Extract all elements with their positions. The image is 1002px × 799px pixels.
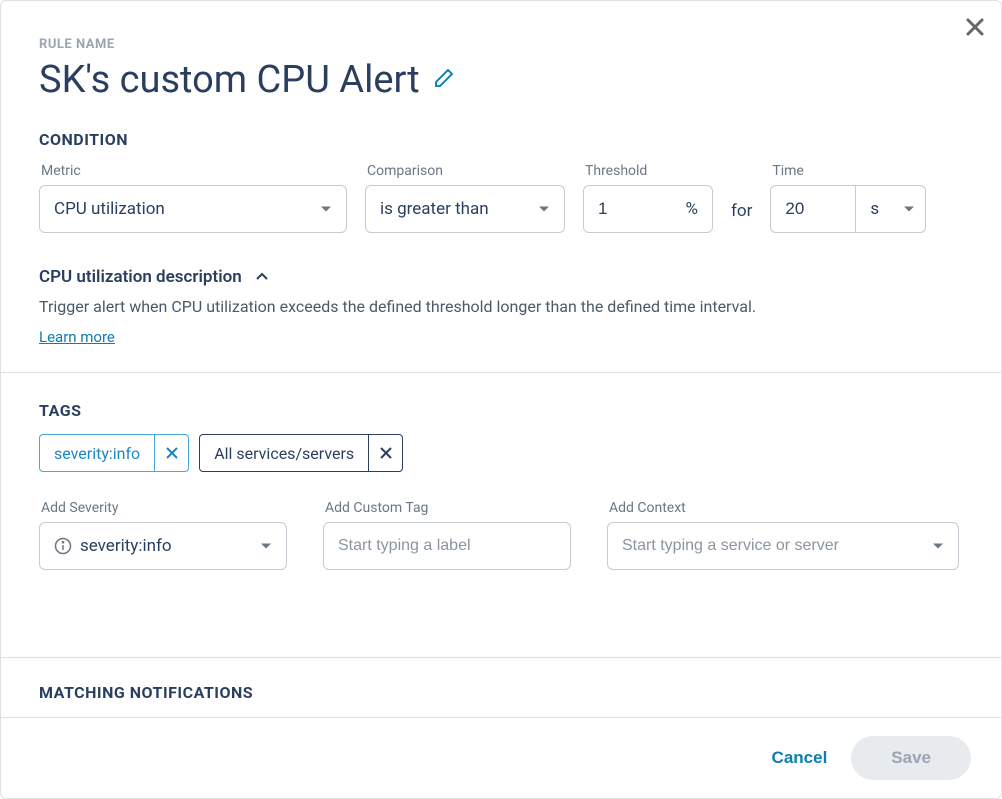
- time-field: Time s: [770, 163, 926, 233]
- add-severity-field: Add Severity severity:info: [39, 500, 287, 570]
- alert-rule-modal: RULE NAME SK's custom CPU Alert CONDITIO…: [0, 0, 1002, 799]
- time-value-input[interactable]: [785, 199, 835, 219]
- custom-tag-box: [323, 522, 571, 570]
- time-value-box: [770, 185, 856, 233]
- tag-chip-severity: severity:info: [39, 434, 189, 472]
- rule-title-row: SK's custom CPU Alert: [39, 58, 963, 102]
- comparison-label: Comparison: [367, 163, 565, 179]
- divider: [1, 372, 1001, 373]
- metric-field: Metric CPU utilization: [39, 163, 347, 233]
- metric-select[interactable]: CPU utilization: [39, 185, 347, 233]
- threshold-label: Threshold: [585, 163, 713, 179]
- chevron-down-icon: [903, 203, 915, 215]
- add-custom-tag-label: Add Custom Tag: [325, 500, 571, 516]
- context-input[interactable]: [622, 537, 932, 555]
- tags-row: severity:info All services/servers: [39, 434, 963, 472]
- time-unit-select[interactable]: s: [856, 185, 926, 233]
- cancel-button[interactable]: Cancel: [772, 748, 828, 768]
- chevron-down-icon: [260, 540, 272, 552]
- add-severity-label: Add Severity: [41, 500, 287, 516]
- tags-section-label: TAGS: [39, 401, 963, 420]
- info-icon: [54, 537, 72, 555]
- time-group: s: [770, 185, 926, 233]
- description-text: Trigger alert when CPU utilization excee…: [39, 295, 963, 319]
- chevron-down-icon: [320, 203, 332, 215]
- threshold-field: Threshold %: [583, 163, 713, 233]
- comparison-value: is greater than: [380, 199, 489, 219]
- save-button[interactable]: Save: [851, 736, 971, 780]
- description-title: CPU utilization description: [39, 267, 242, 287]
- context-select[interactable]: [607, 522, 959, 570]
- description-toggle[interactable]: CPU utilization description: [39, 267, 963, 287]
- rule-title: SK's custom CPU Alert: [39, 58, 420, 102]
- matching-section-label: MATCHING NOTIFICATIONS: [39, 683, 253, 702]
- close-icon: [963, 15, 987, 39]
- condition-row: Metric CPU utilization Comparison is gre…: [39, 163, 963, 233]
- tag-chip-remove[interactable]: [368, 435, 402, 471]
- custom-tag-input[interactable]: [338, 537, 556, 555]
- learn-more-link[interactable]: Learn more: [39, 328, 115, 346]
- time-label: Time: [772, 163, 926, 179]
- edit-title-button[interactable]: [432, 66, 456, 94]
- chevron-up-icon: [254, 269, 270, 285]
- pencil-icon: [432, 66, 456, 90]
- comparison-select[interactable]: is greater than: [365, 185, 565, 233]
- rule-name-label: RULE NAME: [39, 37, 963, 52]
- time-unit-value: s: [870, 199, 879, 219]
- add-context-field: Add Context: [607, 500, 959, 570]
- severity-value: severity:info: [80, 536, 252, 556]
- tag-chip-remove[interactable]: [154, 435, 188, 471]
- condition-section-label: CONDITION: [39, 130, 963, 149]
- threshold-unit: %: [686, 199, 698, 219]
- comparison-field: Comparison is greater than: [365, 163, 565, 233]
- add-custom-tag-field: Add Custom Tag: [323, 500, 571, 570]
- tag-chip-context: All services/servers: [199, 434, 403, 472]
- close-button[interactable]: [963, 15, 987, 43]
- chevron-down-icon: [932, 540, 944, 552]
- severity-select[interactable]: severity:info: [39, 522, 287, 570]
- chevron-down-icon: [538, 203, 550, 215]
- threshold-input[interactable]: [598, 199, 648, 219]
- tag-chip-text: All services/servers: [200, 435, 368, 471]
- add-context-label: Add Context: [609, 500, 959, 516]
- threshold-box: %: [583, 185, 713, 233]
- modal-footer: Cancel Save: [1, 717, 1001, 798]
- divider: [1, 657, 1001, 658]
- tag-chip-text: severity:info: [40, 435, 154, 471]
- tag-inputs-row: Add Severity severity:info Add Custom Ta…: [39, 500, 963, 570]
- modal-content: RULE NAME SK's custom CPU Alert CONDITIO…: [1, 1, 1001, 798]
- for-text: for: [731, 201, 752, 233]
- metric-value: CPU utilization: [54, 199, 165, 219]
- close-icon: [379, 446, 393, 460]
- close-icon: [165, 446, 179, 460]
- metric-label: Metric: [41, 163, 347, 179]
